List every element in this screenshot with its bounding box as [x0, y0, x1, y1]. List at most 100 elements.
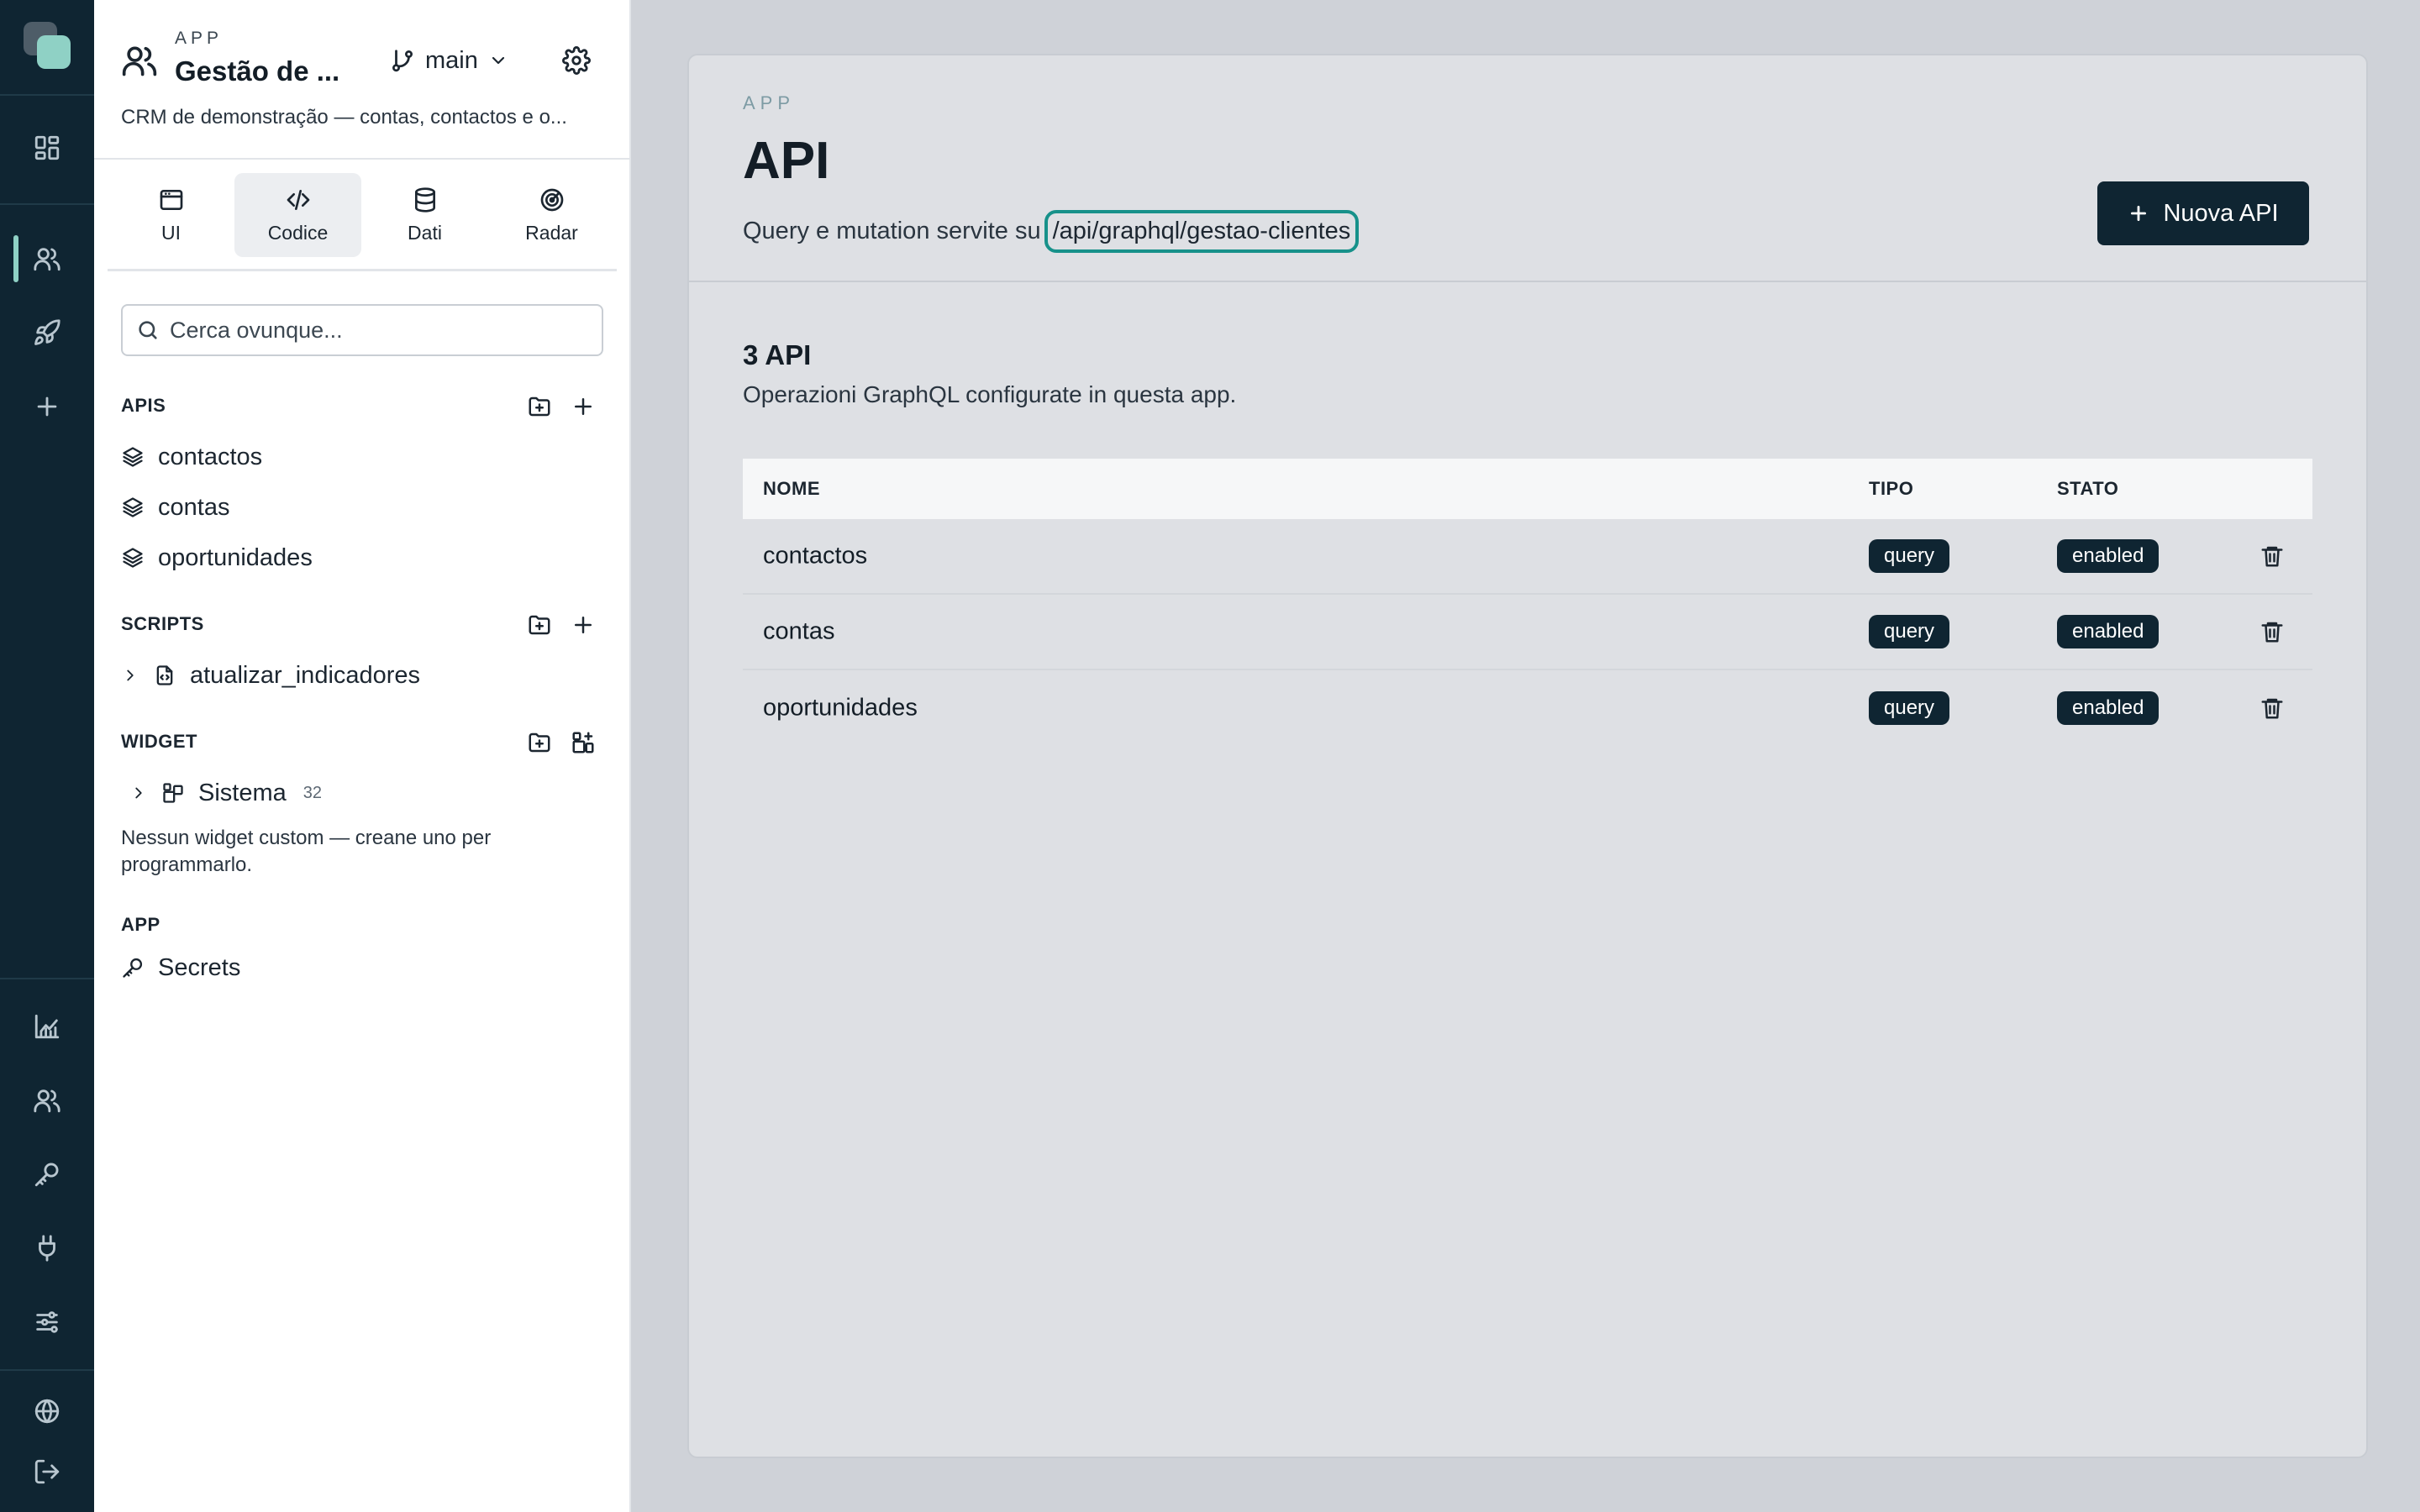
database-icon [414, 186, 435, 213]
status-badge: enabled [2057, 691, 2160, 725]
api-table: NOME TIPO STATO contactos query enabled … [743, 459, 2312, 746]
add-api-button[interactable] [568, 391, 598, 422]
header-stato: STATO [2057, 478, 2119, 499]
api-panel: APP API Query e mutation servite su /api… [687, 54, 2368, 1458]
tab-dati[interactable]: Dati [361, 173, 488, 257]
app-section-label: APP [121, 914, 160, 935]
delete-api-button[interactable] [2255, 691, 2289, 725]
widget-group-count: 32 [302, 783, 323, 802]
rail-active-indicator [13, 235, 18, 282]
table-row[interactable]: oportunidades query enabled [743, 670, 2312, 746]
sliders-icon[interactable] [27, 1302, 67, 1342]
icon-rail [0, 0, 94, 1512]
globe-icon[interactable] [27, 1391, 67, 1431]
tabs-divider [108, 269, 617, 271]
add-widget-button[interactable] [568, 727, 598, 758]
app-users-icon [121, 42, 158, 79]
radar-icon [540, 188, 563, 211]
api-item-label: contas [158, 493, 230, 521]
widgets-icon [163, 783, 183, 803]
rail-divider [0, 978, 94, 979]
analytics-icon[interactable] [27, 1006, 67, 1047]
tab-label: Radar [525, 221, 578, 244]
git-branch-icon [392, 50, 413, 72]
users-icon[interactable] [27, 239, 67, 279]
api-name[interactable]: oportunidades [763, 695, 918, 722]
layers-icon [123, 548, 143, 568]
key-icon[interactable] [27, 1154, 67, 1194]
api-name[interactable]: contas [763, 618, 834, 646]
app-settings-button[interactable] [558, 42, 595, 79]
table-row[interactable]: contas query enabled [743, 595, 2312, 670]
add-script-button[interactable] [568, 610, 598, 640]
app-item-secrets[interactable]: Secrets [121, 949, 240, 986]
search-input[interactable] [170, 317, 573, 344]
tab-label: Codice [267, 221, 329, 244]
team-icon[interactable] [27, 1080, 67, 1121]
gear-icon [562, 46, 591, 75]
plus-icon [575, 398, 592, 415]
type-badge: query [1869, 539, 1950, 573]
trash-icon [2261, 698, 2283, 719]
app-title: Gestão de ... [175, 55, 340, 87]
code-sidebar: APP Gestão de ... main CRM de demonstraç… [94, 0, 631, 1512]
rail-divider [0, 94, 94, 96]
rail-divider [0, 203, 94, 205]
rocket-icon[interactable] [27, 312, 67, 353]
trash-icon [2261, 546, 2283, 567]
layers-icon [123, 447, 143, 467]
search-box[interactable] [121, 304, 603, 356]
script-item-label: atualizar_indicadores [190, 661, 421, 689]
widget-group-sistema[interactable]: Sistema 32 [121, 774, 322, 811]
trash-icon [2261, 622, 2283, 643]
widget-add-icon [572, 732, 594, 753]
apis-section-label: APIS [121, 395, 166, 416]
api-count-title: 3 API [743, 339, 812, 370]
delete-api-button[interactable] [2255, 539, 2289, 573]
card-divider [689, 281, 2366, 282]
api-item-label: oportunidades [158, 543, 313, 571]
branch-selector[interactable]: main [390, 42, 508, 79]
api-item-oportunidades[interactable]: oportunidades [121, 539, 313, 576]
graphql-endpoint[interactable]: /api/graphql/gestao-clientes [1044, 210, 1360, 253]
new-script-folder-button[interactable] [524, 610, 555, 640]
code-icon [287, 189, 309, 210]
api-count-description: Operazioni GraphQL configurate in questa… [743, 381, 1237, 407]
new-api-label: Nuova API [2163, 199, 2279, 227]
plus-icon [575, 617, 592, 633]
sidebar-tabs: UI Codice Dati Radar [108, 173, 615, 257]
api-item-contactos[interactable]: contactos [121, 438, 262, 475]
table-row[interactable]: contactos query enabled [743, 519, 2312, 595]
type-badge: query [1869, 615, 1950, 648]
api-item-label: contactos [158, 443, 263, 470]
tab-radar[interactable]: Radar [488, 173, 615, 257]
status-badge: enabled [2057, 615, 2160, 648]
new-widget-folder-button[interactable] [524, 727, 555, 758]
app-description: CRM de demonstração — contas, contactos … [121, 106, 567, 129]
delete-api-button[interactable] [2255, 615, 2289, 648]
api-name[interactable]: contactos [763, 543, 867, 570]
folder-plus-icon [529, 732, 550, 753]
chevron-down-icon [492, 56, 504, 65]
script-item-atualizar-indicadores[interactable]: atualizar_indicadores [121, 657, 420, 694]
page-title: API [743, 132, 830, 190]
new-api-button[interactable]: Nuova API [2097, 181, 2309, 245]
add-icon[interactable] [27, 386, 67, 427]
app-logo[interactable] [24, 22, 71, 69]
layers-icon [123, 497, 143, 517]
app-item-label: Secrets [158, 953, 241, 981]
dashboard-icon[interactable] [27, 128, 67, 168]
search-icon [139, 321, 157, 339]
plug-icon[interactable] [27, 1228, 67, 1268]
page-kicker: APP [743, 92, 796, 113]
tab-label: UI [161, 221, 181, 244]
tab-codice[interactable]: Codice [234, 173, 361, 257]
logout-icon[interactable] [27, 1452, 67, 1492]
folder-plus-icon [529, 396, 550, 417]
tab-ui[interactable]: UI [108, 173, 234, 257]
chevron-right-icon[interactable] [121, 666, 139, 685]
chevron-right-icon[interactable] [129, 784, 148, 802]
api-item-contas[interactable]: contas [121, 489, 229, 526]
folder-plus-icon [529, 615, 550, 635]
new-api-folder-button[interactable] [524, 391, 555, 422]
